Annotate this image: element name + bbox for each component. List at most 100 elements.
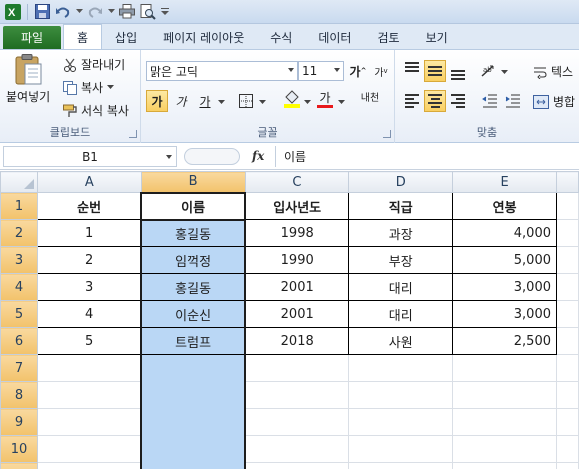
redo-icon[interactable] [86, 3, 104, 21]
cell-e1[interactable]: 연봉 [452, 192, 557, 220]
cell-e8[interactable] [452, 381, 557, 409]
tab-home[interactable]: 홈 [63, 24, 103, 49]
cell-f2[interactable] [555, 219, 579, 247]
tab-file[interactable]: 파일 [3, 26, 61, 49]
cell-e3[interactable]: 5,000 [452, 246, 557, 274]
cell-d4[interactable]: 대리 [348, 273, 454, 301]
cell-a3[interactable]: 2 [36, 246, 142, 274]
font-size-select[interactable]: 11 [298, 61, 344, 81]
align-center-button[interactable] [424, 90, 446, 112]
cell-f1[interactable] [555, 192, 579, 220]
insert-function-icon[interactable]: fx [252, 149, 264, 163]
phonetic-button[interactable]: 내천 [357, 88, 383, 110]
excel-icon[interactable]: X [4, 3, 22, 21]
cell-a6[interactable]: 5 [36, 327, 142, 355]
cell-c8[interactable] [244, 381, 350, 409]
cell-b4[interactable]: 홍길동 [140, 273, 247, 301]
underline-button[interactable]: 가 [194, 90, 216, 112]
cell-d11[interactable] [348, 462, 454, 469]
cell-f3[interactable] [555, 246, 579, 274]
cell-f5[interactable] [555, 300, 579, 328]
cell-d5[interactable]: 대리 [348, 300, 454, 328]
row-header[interactable]: 4 [0, 273, 38, 301]
cell-b2[interactable]: 홍길동 [140, 219, 247, 247]
paste-button[interactable]: 붙여넣기 [6, 54, 50, 105]
cell-c3[interactable]: 1990 [244, 246, 350, 274]
cell-d3[interactable]: 부장 [348, 246, 454, 274]
print-preview-icon[interactable] [139, 3, 157, 21]
cell-b9[interactable] [140, 408, 247, 436]
undo-icon[interactable] [54, 3, 72, 21]
decrease-indent-button[interactable] [479, 90, 501, 112]
cell-f7[interactable] [555, 354, 579, 382]
font-color-button[interactable]: 가 [314, 88, 336, 110]
cell-f11[interactable] [555, 462, 579, 469]
cell-b6[interactable]: 트럼프 [140, 327, 247, 355]
shrink-font-button[interactable]: 가v [370, 60, 392, 82]
cell-e6[interactable]: 2,500 [452, 327, 557, 355]
copy-button[interactable]: 복사 [63, 79, 115, 96]
name-box[interactable]: B1 [3, 146, 177, 167]
column-header-c[interactable]: C [244, 171, 350, 193]
column-header-b[interactable]: B [140, 171, 246, 193]
cell-e7[interactable] [452, 354, 557, 382]
align-bottom-button[interactable] [447, 60, 469, 82]
cell-a11[interactable] [36, 462, 142, 469]
cell-e2[interactable]: 4,000 [452, 219, 557, 247]
select-all-button[interactable] [0, 171, 38, 193]
underline-dropdown-icon[interactable] [218, 100, 225, 105]
row-header[interactable]: 7 [0, 354, 38, 382]
bold-button[interactable]: 가 [146, 90, 168, 112]
cell-f6[interactable] [555, 327, 579, 355]
increase-indent-button[interactable] [502, 90, 524, 112]
cell-d7[interactable] [348, 354, 454, 382]
cell-d6[interactable]: 사원 [348, 327, 454, 355]
cell-c9[interactable] [244, 408, 350, 436]
tab-data[interactable]: 데이터 [305, 26, 364, 49]
wrap-text-button[interactable]: 텍스 [533, 63, 573, 80]
cell-d1[interactable]: 직급 [348, 192, 454, 220]
cell-e4[interactable]: 3,000 [452, 273, 557, 301]
cell-e10[interactable] [452, 435, 557, 463]
cell-f9[interactable] [555, 408, 579, 436]
row-header[interactable]: 11 [0, 462, 38, 469]
save-icon[interactable] [33, 3, 51, 21]
cell-c5[interactable]: 2001 [244, 300, 350, 328]
tab-page-layout[interactable]: 페이지 레이아웃 [150, 26, 257, 49]
cell-a1[interactable]: 순번 [36, 192, 142, 220]
cell-c6[interactable]: 2018 [244, 327, 350, 355]
cell-c1[interactable]: 입사년도 [244, 192, 350, 220]
formula-input[interactable]: 이름 [275, 146, 579, 167]
cell-c4[interactable]: 2001 [244, 273, 350, 301]
cell-d8[interactable] [348, 381, 454, 409]
cell-a8[interactable] [36, 381, 142, 409]
row-header[interactable]: 6 [0, 327, 38, 355]
column-header-a[interactable]: A [36, 171, 142, 193]
cell-b8[interactable] [140, 381, 247, 409]
merge-center-button[interactable]: 병합 [533, 93, 575, 110]
tab-view[interactable]: 보기 [413, 26, 461, 49]
cell-b3[interactable]: 임꺽정 [140, 246, 247, 274]
font-name-select[interactable]: 맑은 고딕 [146, 61, 298, 81]
cell-b5[interactable]: 이순신 [140, 300, 247, 328]
tab-review[interactable]: 검토 [364, 26, 412, 49]
align-left-button[interactable] [401, 90, 423, 112]
cell-a4[interactable]: 3 [36, 273, 142, 301]
borders-button[interactable] [235, 90, 257, 112]
row-header[interactable]: 10 [0, 435, 38, 463]
row-header[interactable]: 3 [0, 246, 38, 274]
cell-b7[interactable] [140, 354, 247, 382]
align-top-button[interactable] [401, 60, 423, 82]
redo-dropdown-icon[interactable] [107, 3, 115, 21]
cell-e11[interactable] [452, 462, 557, 469]
cell-d2[interactable]: 과장 [348, 219, 454, 247]
tab-formulas[interactable]: 수식 [257, 26, 305, 49]
tab-insert[interactable]: 삽입 [102, 26, 150, 49]
align-middle-button[interactable] [424, 60, 446, 82]
clipboard-launcher-icon[interactable] [129, 130, 137, 138]
print-icon[interactable] [118, 3, 136, 21]
name-box-dropdown-icon[interactable] [166, 155, 172, 159]
cell-e9[interactable] [452, 408, 557, 436]
fill-color-dropdown-icon[interactable] [304, 100, 311, 105]
row-header[interactable]: 9 [0, 408, 38, 436]
